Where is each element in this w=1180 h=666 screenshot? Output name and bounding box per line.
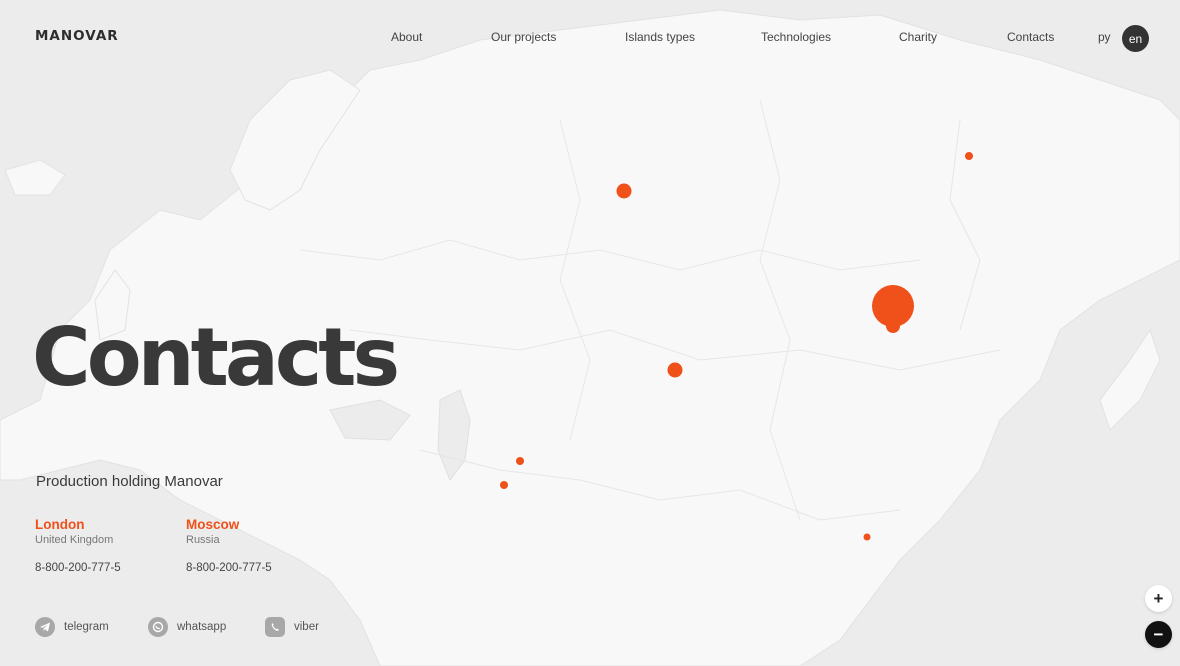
nav-our-projects[interactable]: Our projects [491, 30, 556, 44]
map-marker-active-tail [886, 319, 900, 333]
nav-technologies[interactable]: Technologies [761, 30, 831, 44]
social-telegram[interactable]: telegram [35, 617, 109, 637]
map-marker [516, 457, 524, 465]
social-viber[interactable]: viber [265, 617, 319, 637]
office-phone[interactable]: 8-800-200-777-5 [186, 562, 272, 574]
office-city: London [35, 517, 85, 532]
social-label: telegram [64, 621, 109, 633]
nav-about[interactable]: About [391, 30, 422, 44]
main-nav: About Our projects Islands types Technol… [0, 30, 1180, 46]
office-city: Moscow [186, 517, 240, 532]
map-marker [616, 183, 632, 199]
lang-switch-en[interactable]: en [1122, 25, 1149, 52]
telegram-icon [35, 617, 55, 637]
office-country: Russia [186, 534, 220, 546]
nav-islands-types[interactable]: Islands types [625, 30, 695, 44]
map-marker [863, 533, 871, 541]
office-moscow: Moscow Russia 8-800-200-777-5 [186, 517, 272, 574]
map-marker [667, 362, 683, 378]
page-title: Contacts [32, 311, 400, 404]
office-london: London United Kingdom 8-800-200-777-5 [35, 517, 121, 574]
social-label: viber [294, 621, 319, 633]
office-country: United Kingdom [35, 534, 114, 546]
office-phone[interactable]: 8-800-200-777-5 [35, 562, 121, 574]
whatsapp-icon [148, 617, 168, 637]
social-whatsapp[interactable]: whatsapp [148, 617, 226, 637]
company-name: Production holding Manovar [36, 473, 223, 490]
lang-switch-ru[interactable]: ру [1098, 30, 1111, 44]
zoom-in-button[interactable]: + [1145, 585, 1172, 612]
nav-contacts[interactable]: Contacts [1007, 30, 1054, 44]
map-marker [500, 481, 508, 489]
viber-icon [265, 617, 285, 637]
nav-charity[interactable]: Charity [899, 30, 937, 44]
social-label: whatsapp [177, 621, 227, 633]
map-marker [965, 152, 973, 160]
zoom-out-button[interactable]: − [1145, 621, 1172, 648]
